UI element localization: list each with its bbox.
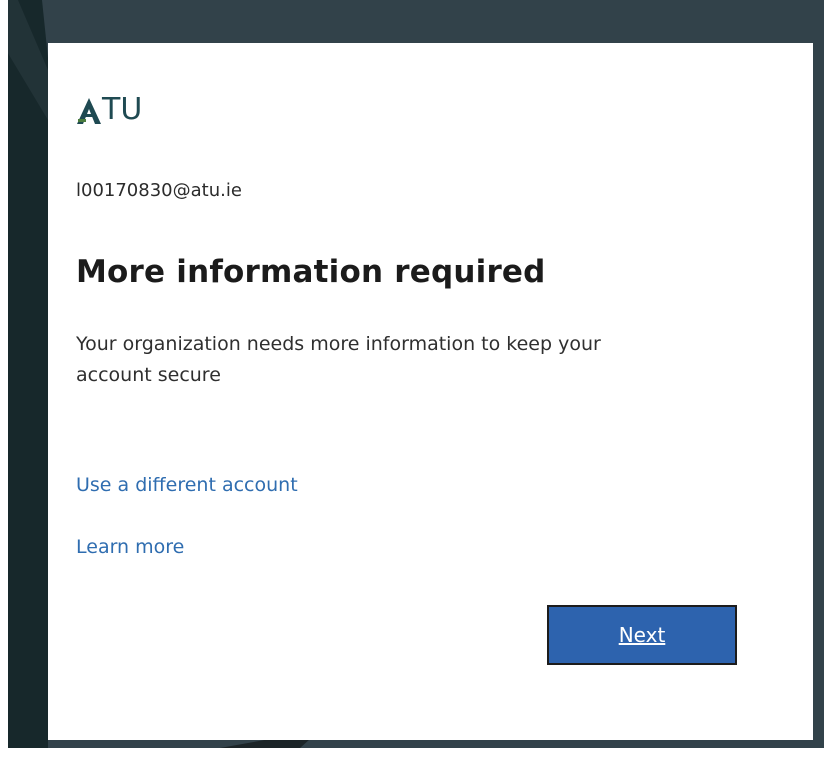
atu-logo: TU: [76, 95, 142, 125]
left-frame-edge: [0, 0, 8, 765]
description-text: Your organization needs more information…: [76, 333, 601, 386]
atu-logo-icon: [76, 96, 102, 124]
learn-more-link[interactable]: Learn more: [76, 538, 184, 557]
account-email: l00170830@atu.ie: [76, 180, 242, 201]
bottom-frame-edge: [0, 748, 824, 765]
page-title: More information required: [76, 253, 546, 290]
use-different-account-link[interactable]: Use a different account: [76, 476, 298, 495]
next-button[interactable]: Next: [547, 605, 737, 665]
logo-mark-svg: [77, 98, 101, 124]
logo-text: TU: [102, 92, 143, 127]
